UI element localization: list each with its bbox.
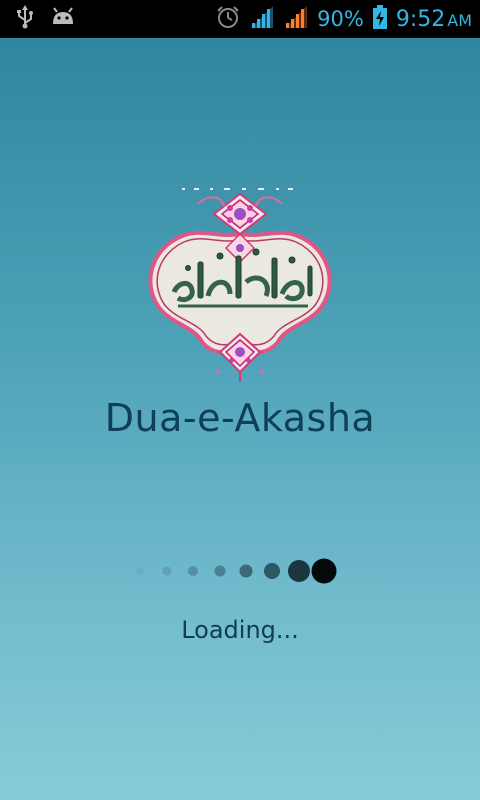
signal-icon [283, 4, 309, 35]
usb-icon [14, 4, 36, 35]
progress-dot [239, 564, 253, 578]
battery-charging-icon [372, 4, 388, 35]
progress-dot [214, 565, 226, 577]
loading-progress-indicator [136, 558, 337, 584]
loading-text: Loading... [181, 616, 299, 644]
progress-dot [188, 566, 198, 576]
progress-dot [311, 558, 337, 584]
status-bar: 90% 9:52 AM [0, 0, 480, 38]
battery-percent: 90% [317, 7, 364, 31]
splash-screen: Dua-e-Akasha Loading... [0, 38, 480, 800]
progress-dot [264, 563, 280, 579]
clock: 9:52 AM [396, 7, 472, 32]
app-title: Dua-e-Akasha [104, 396, 376, 440]
progress-dot [162, 566, 172, 576]
android-icon [50, 6, 76, 33]
alarm-icon [215, 4, 241, 35]
progress-dot [136, 567, 144, 575]
clock-ampm: AM [447, 10, 472, 30]
dua-e-akasha-calligraphy-logo [138, 186, 342, 384]
clock-time: 9:52 [395, 6, 446, 32]
signal-icon [249, 4, 275, 35]
progress-dot [288, 560, 310, 582]
